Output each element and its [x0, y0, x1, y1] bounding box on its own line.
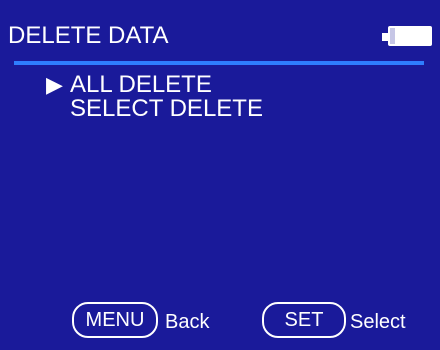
- battery-body: [388, 26, 432, 46]
- set-key-action-label: Select: [350, 311, 406, 333]
- footer-key-guide: MENU Back SET Select: [0, 302, 440, 342]
- menu-item-label: ALL DELETE: [70, 71, 212, 98]
- selection-cursor-icon: ▶: [46, 72, 63, 97]
- battery-icon: [382, 26, 434, 48]
- screen-title: DELETE DATA: [8, 22, 169, 49]
- delete-options-menu: ▶ ALL DELETE SELECT DELETE: [46, 73, 263, 121]
- menu-item-label: SELECT DELETE: [70, 95, 263, 122]
- device-screen: DELETE DATA ▶ ALL DELETE SELECT DELETE M…: [0, 0, 440, 350]
- menu-item-all-delete[interactable]: ▶ ALL DELETE: [46, 73, 263, 97]
- menu-key-action-label: Back: [165, 311, 210, 333]
- menu-key-button[interactable]: MENU: [72, 302, 158, 338]
- set-key-button[interactable]: SET: [262, 302, 346, 338]
- menu-item-select-delete[interactable]: SELECT DELETE: [46, 97, 263, 121]
- header-divider: [14, 61, 424, 65]
